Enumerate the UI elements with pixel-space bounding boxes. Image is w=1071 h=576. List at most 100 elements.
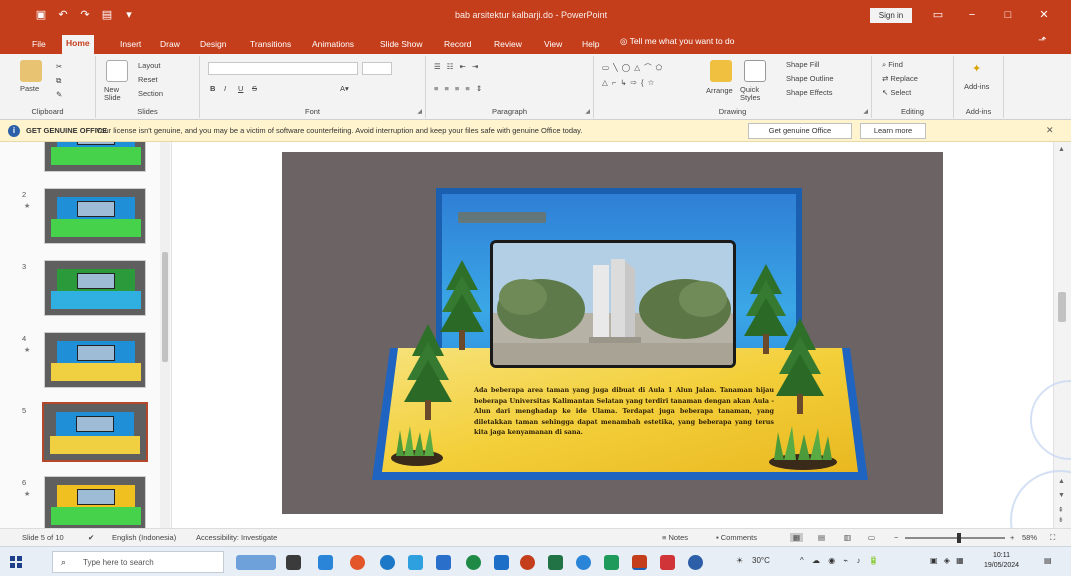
underline-button[interactable]: U: [238, 84, 243, 93]
italic-button[interactable]: I: [224, 84, 226, 93]
word-icon[interactable]: [436, 555, 451, 570]
paragraph-dialog-launcher-icon[interactable]: ◢: [585, 108, 590, 115]
drawing-dialog-launcher-icon[interactable]: ◢: [863, 108, 868, 115]
quick-styles-button[interactable]: Quick Styles: [740, 86, 774, 102]
strikethrough-button[interactable]: S: [252, 84, 257, 93]
widget-icon[interactable]: [318, 555, 333, 570]
spellcheck-icon[interactable]: ✔: [88, 533, 94, 542]
shape-effects-button[interactable]: Shape Effects: [786, 88, 833, 97]
building-photo[interactable]: [490, 240, 736, 368]
slide-sorter-icon[interactable]: ▤: [818, 533, 825, 542]
tab-design[interactable]: Design: [196, 36, 230, 54]
slide-thumbnail[interactable]: [44, 142, 146, 172]
font-dialog-launcher-icon[interactable]: ◢: [417, 108, 422, 115]
weather-temperature[interactable]: 30°C: [752, 556, 770, 565]
store-icon[interactable]: [408, 555, 423, 570]
zoom-level[interactable]: 58%: [1022, 533, 1037, 542]
layout-button[interactable]: Layout: [138, 61, 161, 70]
slide-title-placeholder[interactable]: [458, 212, 546, 223]
normal-view-icon[interactable]: ▦: [790, 533, 804, 542]
current-slide[interactable]: Ada beberapa area taman yang juga dibuat…: [282, 152, 943, 514]
tab-file[interactable]: File: [28, 36, 50, 54]
accessibility-checker[interactable]: Accessibility: Investigate: [196, 533, 277, 542]
taskbar-search[interactable]: ⌕ Type here to search: [52, 551, 224, 573]
learn-more-button[interactable]: Learn more: [860, 123, 926, 139]
file-explorer-icon[interactable]: [494, 555, 509, 570]
align-icons[interactable]: ≡ ≡ ≡ ≡ ⇕: [434, 84, 484, 93]
tray-app-icons[interactable]: ▣ ◈ ▦: [930, 556, 966, 565]
find-button[interactable]: ⌕ Find: [882, 60, 903, 70]
section-button[interactable]: Section: [138, 89, 163, 98]
reset-button[interactable]: Reset: [138, 75, 158, 84]
tab-review[interactable]: Review: [490, 36, 526, 54]
slide-thumbnail[interactable]: [44, 332, 146, 388]
excel-icon[interactable]: [548, 555, 563, 570]
shape-fill-button[interactable]: Shape Fill: [786, 60, 819, 69]
zoom-out-icon[interactable]: −: [894, 533, 898, 542]
notes-button[interactable]: ≡ Notes: [662, 533, 688, 542]
close-button[interactable]: ✕: [1034, 6, 1054, 24]
fit-to-window-icon[interactable]: ⛶: [1050, 533, 1055, 543]
font-name-combo[interactable]: [208, 62, 358, 75]
save-icon[interactable]: ▣: [34, 8, 48, 22]
thumbnail-scroll-thumb[interactable]: [162, 252, 168, 362]
slide-thumbnail-selected[interactable]: [42, 402, 148, 462]
app-icon[interactable]: [576, 555, 591, 570]
addins-button[interactable]: Add-ins: [964, 82, 989, 91]
format-painter-icon[interactable]: ✎: [56, 90, 62, 99]
paste-icon[interactable]: [20, 60, 42, 82]
sign-in-button[interactable]: Sign in: [870, 8, 912, 23]
arrange-icon[interactable]: [710, 60, 732, 82]
slide-thumbnail[interactable]: [44, 188, 146, 244]
bold-button[interactable]: B: [210, 84, 215, 93]
addins-icon[interactable]: ✦: [972, 62, 981, 75]
app-icon[interactable]: [604, 555, 619, 570]
tell-me-search[interactable]: ◎ Tell me what you want to do: [620, 36, 735, 47]
taskbar-clock[interactable]: 10:11 19/05/2024: [984, 551, 1019, 571]
app-icon[interactable]: [688, 555, 703, 570]
tab-record[interactable]: Record: [440, 36, 475, 54]
new-slide-icon[interactable]: [106, 60, 128, 82]
tab-animations[interactable]: Animations: [308, 36, 358, 54]
slide-thumbnail[interactable]: [44, 476, 146, 528]
shape-outline-button[interactable]: Shape Outline: [786, 74, 834, 83]
quick-styles-icon[interactable]: [744, 60, 766, 82]
redo-icon[interactable]: ↷: [78, 8, 92, 22]
font-color-icon[interactable]: A▾: [340, 84, 349, 93]
replace-button[interactable]: ⇄ Replace: [882, 74, 918, 83]
zoom-slider[interactable]: [905, 537, 1005, 539]
app-icon[interactable]: [520, 555, 535, 570]
tab-slide-show[interactable]: Slide Show: [376, 36, 427, 54]
restore-button[interactable]: □: [998, 6, 1018, 24]
close-icon[interactable]: ✕: [1046, 125, 1054, 136]
system-tray-icons[interactable]: ^ ☁ ◉ ⌁ ♪ 🔋: [800, 556, 882, 565]
windows-start-icon[interactable]: [10, 556, 22, 568]
bullets-icon[interactable]: ☰ ☷ ⇤ ⇥: [434, 62, 480, 71]
zoom-in-icon[interactable]: +: [1010, 533, 1014, 542]
get-genuine-button[interactable]: Get genuine Office: [748, 123, 852, 139]
customize-qat-icon[interactable]: ▾: [122, 8, 136, 22]
chat-icon[interactable]: [466, 555, 481, 570]
shapes-gallery[interactable]: ▭ ╲ ◯ △ ⌒ ⬠: [602, 62, 663, 73]
chrome-icon[interactable]: [350, 555, 365, 570]
minimize-button[interactable]: −: [962, 6, 982, 24]
slideshow-icon[interactable]: ▭: [868, 533, 875, 542]
slide-thumbnail[interactable]: [44, 260, 146, 316]
language-indicator[interactable]: English (Indonesia): [112, 533, 176, 542]
paste-button[interactable]: Paste: [20, 84, 39, 93]
task-view-icon[interactable]: [286, 555, 301, 570]
app-icon[interactable]: [660, 555, 675, 570]
share-icon[interactable]: ⬏: [1038, 35, 1046, 46]
ribbon-display-icon[interactable]: ▭: [928, 6, 948, 24]
cut-icon[interactable]: ✂: [56, 62, 62, 71]
arrange-button[interactable]: Arrange: [706, 86, 733, 95]
undo-icon[interactable]: ↶: [56, 8, 70, 22]
new-slide-button[interactable]: New Slide: [104, 86, 134, 102]
zoom-slider-handle[interactable]: [957, 533, 961, 543]
scroll-thumb[interactable]: [1058, 292, 1066, 322]
tab-help[interactable]: Help: [578, 36, 603, 54]
present-icon[interactable]: ▤: [100, 8, 114, 22]
shapes-gallery-row2[interactable]: △ ⌐ ↳ ⇨ { ☆: [602, 78, 655, 87]
scroll-up-icon[interactable]: ▲: [1058, 146, 1065, 153]
copy-icon[interactable]: ⧉: [56, 76, 61, 86]
